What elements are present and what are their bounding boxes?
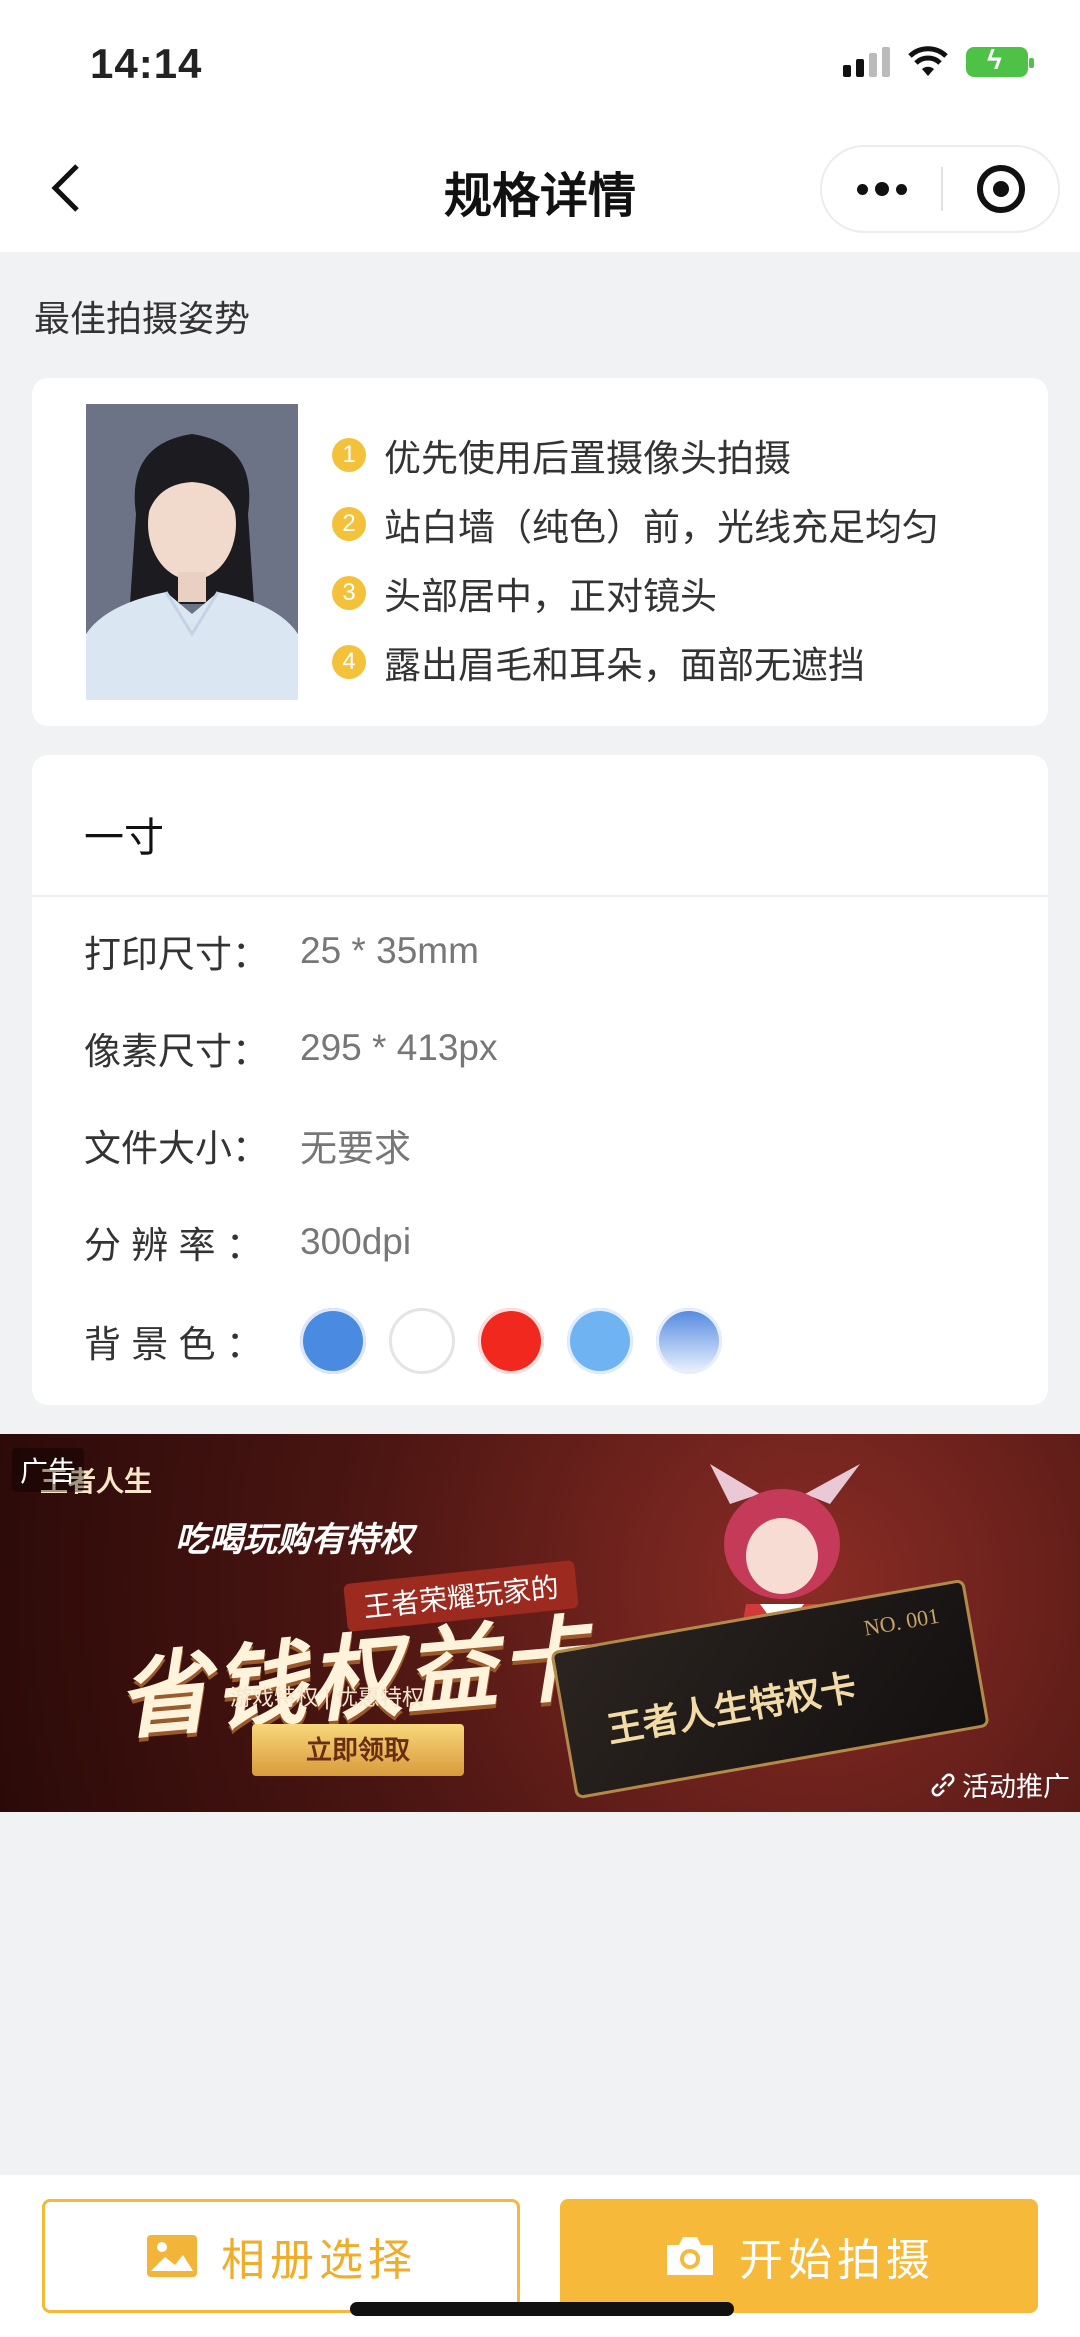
mini-program-capsule [820,145,1060,233]
spec-title: 一寸 [84,816,164,860]
ad-card-number: NO. 001 [861,1602,941,1641]
ad-privilege-card: NO. 001 王者人生特权卡 [550,1578,990,1800]
ad-promo-label: 活动推广 [930,1765,1070,1804]
album-select-button[interactable]: 相册选择 [42,2199,520,2313]
spec-row-file-size: 文件大小： 无要求 [84,1115,411,1175]
list-item: 1 优先使用后置摄像头拍摄 [332,420,939,489]
list-item: 4 露出眉毛和耳朵，面部无遮挡 [332,627,939,696]
wifi-icon [908,46,948,76]
list-item: 3 头部居中，正对镜头 [332,558,939,627]
bg-color-swatch-light-blue[interactable] [567,1308,633,1374]
start-shoot-button[interactable]: 开始拍摄 [560,2199,1038,2313]
ad-perks: 游戏特权 | 优惠特权 [230,1685,424,1710]
ad-card-title: 王者人生特权卡 [604,1667,860,1751]
album-select-label: 相册选择 [221,2236,417,2285]
more-icon[interactable] [822,147,941,231]
sample-portrait-image [86,404,298,700]
spec-card: 一寸 打印尺寸： 25 * 35mm 像素尺寸： 295 * 413px 文件大… [32,755,1048,1405]
spec-row-print-size: 打印尺寸： 25 * 35mm [84,921,479,981]
spec-row-background-color: 背 景 色 ： [84,1303,745,1379]
spec-label: 背 景 色 ： [84,1324,263,1365]
home-indicator[interactable] [350,2302,734,2316]
ad-subtitle: 吃喝玩购有特权 [175,1521,413,1559]
nav-bar: 规格详情 [0,130,1080,252]
link-icon [931,1773,955,1796]
spec-value: 300dpi [300,1221,412,1262]
spec-value: 295 * 413px [300,1027,498,1068]
spec-label: 分 辨 率 ： [84,1225,263,1266]
bg-color-swatch-gradient-blue[interactable] [656,1308,722,1374]
divider [32,895,1048,897]
close-mini-program-icon[interactable] [943,147,1058,231]
pose-guide-card: 1 优先使用后置摄像头拍摄 2 站白墙（纯色）前，光线充足均匀 3 头部居中，正… [32,378,1048,726]
tip-number-badge: 1 [332,437,366,472]
ad-tag: 广告 [12,1448,85,1492]
tip-number-badge: 3 [332,575,366,610]
tip-text: 站白墙（纯色）前，光线充足均匀 [384,506,939,548]
ad-banner[interactable]: 王者人生 广告 吃喝玩购有特权 王者荣耀玩家的 省钱权益卡 游戏特权 | 优惠特… [0,1434,1080,1812]
battery-icon: ϟ [966,46,1034,77]
spec-label: 打印尺寸： [84,934,269,975]
status-bar: 14:14 ϟ [0,0,1080,130]
ad-cta-button[interactable]: 立即领取 [252,1724,464,1776]
list-item: 2 站白墙（纯色）前，光线充足均匀 [332,489,939,558]
spec-label: 文件大小： [84,1128,269,1169]
camera-icon [663,2233,717,2279]
ad-promo-text: 活动推广 [962,1772,1070,1802]
spec-value: 25 * 35mm [300,930,479,971]
spec-row-resolution: 分 辨 率 ： 300dpi [84,1212,411,1272]
bg-color-swatch-red[interactable] [478,1308,544,1374]
spec-label: 像素尺寸： [84,1031,269,1072]
tip-text: 露出眉毛和耳朵，面部无遮挡 [384,644,865,686]
bg-color-swatch-blue[interactable] [300,1308,366,1374]
image-icon [145,2233,199,2279]
start-shoot-label: 开始拍摄 [739,2236,935,2285]
tip-text: 头部居中，正对镜头 [384,575,717,617]
cellular-signal-icon [843,47,890,77]
spec-value: 无要求 [300,1128,411,1169]
tip-number-badge: 2 [332,506,366,541]
status-icons: ϟ [843,46,1034,78]
pose-tips-list: 1 优先使用后置摄像头拍摄 2 站白墙（纯色）前，光线充足均匀 3 头部居中，正… [332,420,939,696]
section-title: 最佳拍摄姿势 [34,298,251,339]
spec-row-pixel-size: 像素尺寸： 295 * 413px [84,1018,498,1078]
bg-color-swatch-white[interactable] [389,1308,455,1374]
tip-text: 优先使用后置摄像头拍摄 [384,437,791,479]
status-time: 14:14 [90,40,203,87]
tip-number-badge: 4 [332,644,366,679]
